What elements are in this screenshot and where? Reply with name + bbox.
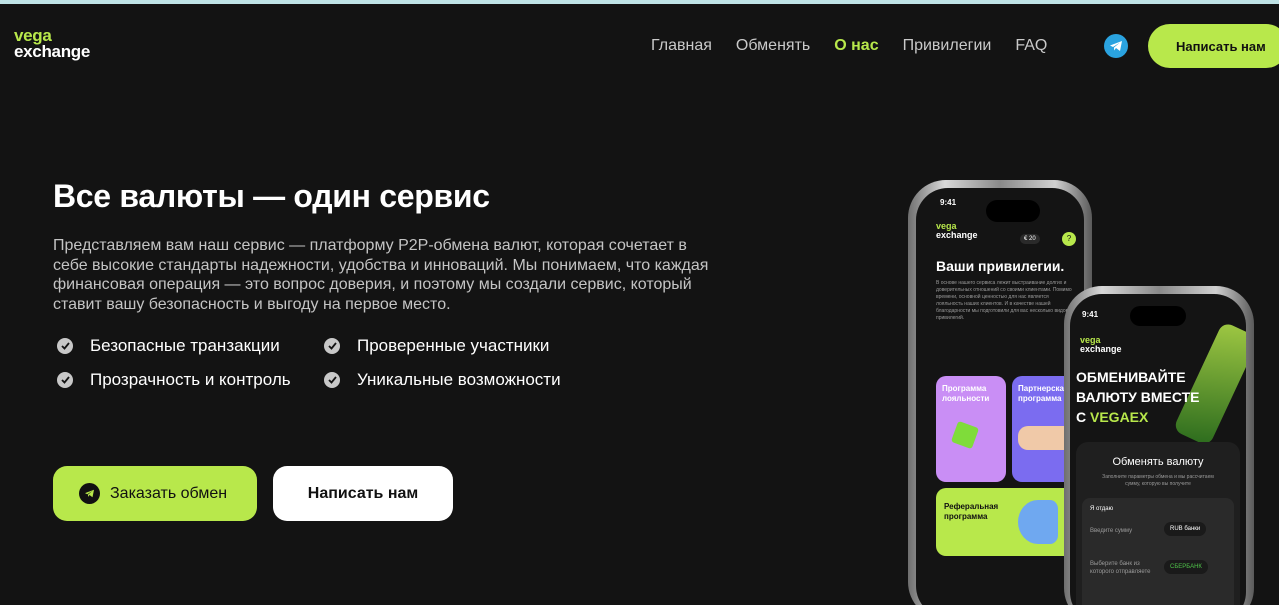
phone-logo-line2: exchange (936, 230, 978, 240)
feature-label: Уникальные возможности (357, 370, 561, 389)
dynamic-island (1130, 306, 1186, 326)
site-header: vega exchange Главная Обменять О нас При… (0, 4, 1279, 88)
check-icon (57, 372, 73, 388)
currency-select[interactable]: RUB банки (1164, 522, 1207, 536)
nav-item-about[interactable]: О нас (834, 37, 878, 55)
telegram-icon[interactable] (1104, 34, 1128, 58)
phone-screen: 9:41 vega exchange € 20 ? Ваши привилеги… (916, 188, 1084, 605)
banner-brand: VEGAEX (1090, 409, 1149, 425)
check-icon (57, 338, 73, 354)
give-label: Я отдаю (1090, 506, 1114, 512)
loyalty-card: Программа лояльности (936, 376, 1006, 482)
exchange-panel-subtitle: Заполните параметры обмена и мы рассчита… (1102, 474, 1214, 487)
nav-item-privileges[interactable]: Привилегии (903, 37, 992, 55)
write-us-button[interactable]: Написать нам (273, 466, 453, 521)
check-icon (324, 338, 340, 354)
main-nav: Главная Обменять О нас Привилегии FAQ (651, 37, 1047, 55)
order-exchange-button[interactable]: Заказать обмен (53, 466, 257, 521)
phone-body: В основе нашего сервиса лежит выстраиван… (936, 280, 1072, 321)
referral-card: Реферальная программа (936, 488, 1082, 556)
exchange-panel-title: Обменять валюту (1112, 456, 1204, 468)
hero-title: Все валюты — один сервис (53, 178, 490, 214)
help-icon: ? (1062, 232, 1076, 246)
hero-description: Представляем вам наш сервис — платформу … (53, 237, 709, 313)
tag-icon (950, 420, 980, 450)
nav-item-faq[interactable]: FAQ (1015, 37, 1047, 55)
phone-time: 9:41 (1082, 310, 1099, 319)
amount-input[interactable]: Введите сумму (1090, 528, 1132, 534)
megaphone-icon (1018, 500, 1058, 544)
banner-line2: ВАЛЮТУ ВМЕСТЕ (1076, 389, 1200, 405)
phone-balance: € 20 (1020, 234, 1040, 244)
banner-line3-prefix: С (1076, 409, 1090, 425)
phone-time: 9:41 (940, 198, 957, 207)
loyalty-card-label: Программа лояльности (942, 384, 990, 403)
logo-line2: exchange (14, 42, 91, 61)
referral-card-label: Реферальная программа (944, 502, 999, 521)
phone-mockup-exchange: 9:41 vega exchange ОБМЕНИВАЙТЕ ВАЛЮТУ ВМ… (1064, 286, 1254, 605)
feature-item: Прозрачность и контроль (57, 370, 291, 390)
feature-item: Безопасные транзакции (57, 336, 280, 356)
banner-line1: ОБМЕНИВАЙТЕ (1076, 369, 1186, 385)
logo[interactable]: vega exchange (14, 27, 91, 61)
feature-item: Проверенные участники (324, 336, 549, 356)
exchange-panel: Обменять валюту Заполните параметры обме… (1076, 442, 1240, 605)
feature-item: Уникальные возможности (324, 370, 561, 390)
nav-item-home[interactable]: Главная (651, 37, 712, 55)
phone-logo-line2: exchange (1080, 344, 1122, 354)
telegram-icon (79, 483, 100, 504)
nav-item-exchange[interactable]: Обменять (736, 37, 810, 55)
give-block: Я отдаю Введите сумму RUB банки Выберите… (1082, 498, 1234, 605)
order-exchange-label: Заказать обмен (110, 484, 228, 502)
dynamic-island (986, 200, 1040, 222)
feature-label: Проверенные участники (357, 336, 550, 355)
feature-label: Прозрачность и контроль (90, 370, 291, 389)
bank-select-label: Выберите банк из которого отправляете (1090, 561, 1151, 575)
phone-screen: 9:41 vega exchange ОБМЕНИВАЙТЕ ВАЛЮТУ ВМ… (1070, 294, 1246, 605)
feature-label: Безопасные транзакции (90, 336, 280, 355)
bank-select[interactable]: СБЕРБАНК (1164, 560, 1208, 574)
check-icon (324, 372, 340, 388)
header-write-button[interactable]: Написать нам (1148, 24, 1279, 68)
phone-heading: Ваши привилегии. (936, 258, 1065, 274)
banner-line3: С VEGAEX (1076, 408, 1148, 426)
